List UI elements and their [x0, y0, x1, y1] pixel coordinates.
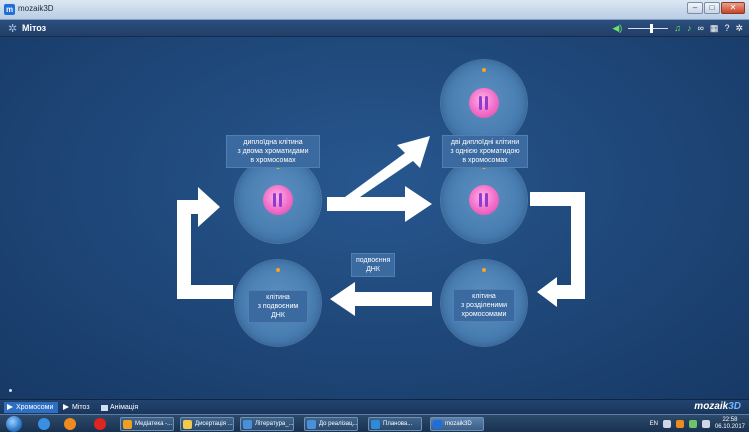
window-title: mozaik3D	[18, 4, 54, 13]
task-literatura[interactable]: Література_...	[240, 417, 294, 431]
chromosome	[273, 193, 276, 207]
folder-icon	[183, 420, 192, 429]
antivirus-icon[interactable]	[675, 420, 684, 428]
flag-icon[interactable]	[688, 420, 697, 428]
system-clock[interactable]: 22:58 06.10.2017	[715, 417, 745, 431]
narration-icon[interactable]: ♪	[687, 23, 692, 34]
task-mediateka[interactable]: Медіатека -...	[120, 417, 174, 431]
stage-indicator-dot	[9, 389, 12, 392]
volume-slider[interactable]	[628, 23, 669, 34]
cell-marker	[482, 268, 486, 272]
task-do-realizatsii[interactable]: До реалізац...	[304, 417, 358, 431]
settings-icon[interactable]: ✲	[735, 23, 743, 34]
label-bottom-right: клітина з розділеними хромосомами	[453, 289, 515, 322]
window-titlebar: m mozaik3D – □ ✕	[0, 0, 749, 20]
help-icon[interactable]: ?	[724, 23, 729, 34]
chromosome	[479, 193, 482, 207]
label-center: подвоєння ДНК	[351, 253, 395, 277]
chromosome	[279, 193, 282, 207]
task-planova[interactable]: Планова...	[368, 417, 422, 431]
play-icon	[63, 404, 69, 410]
nucleus	[263, 185, 293, 215]
gear-icon[interactable]: ✲	[8, 22, 17, 35]
link-icon[interactable]: ∞	[698, 23, 704, 34]
toolbar-controls: ◀) ♫ ♪ ∞ ▦ ? ✲	[612, 23, 743, 34]
nucleus	[469, 185, 499, 215]
app-toolbar: ✲ Мітоз ◀) ♫ ♪ ∞ ▦ ? ✲	[0, 20, 749, 37]
cell-marker	[276, 268, 280, 272]
word-icon	[243, 420, 252, 429]
cycle-arrows	[177, 136, 585, 316]
chromosome	[485, 193, 488, 207]
mozaik-icon	[433, 420, 442, 429]
task-mozaik3d[interactable]: mozaik3D	[430, 417, 484, 431]
chromosome	[485, 96, 488, 110]
brand-logo: mozaik3D	[694, 401, 741, 412]
cell-marker	[482, 68, 486, 72]
label-top-right: дві диплоїдні клітини з однією хроматидо…	[442, 135, 528, 168]
tab-mitosis[interactable]: Мітоз	[60, 402, 90, 413]
cell-top-right[interactable]	[441, 157, 527, 243]
arrow-diagonal-up	[345, 136, 430, 197]
cell-top[interactable]	[441, 60, 527, 146]
grid-icon[interactable]: ▦	[710, 23, 719, 34]
maximize-button[interactable]: □	[704, 2, 720, 14]
system-tray: EN 22:58 06.10.2017	[650, 417, 745, 431]
scene-tabs: Хромосоми Мітоз Анімація mozaik3D	[0, 399, 749, 414]
minimize-button[interactable]: –	[687, 2, 703, 14]
word-icon	[307, 420, 316, 429]
mozaik-icon	[371, 420, 380, 429]
browser-icon[interactable]	[38, 418, 50, 430]
chrome-icon	[123, 420, 132, 429]
start-button[interactable]	[6, 416, 22, 432]
os-taskbar: Медіатека -... Дисертація ... Література…	[0, 414, 749, 432]
speaker-icon[interactable]: ◀)	[612, 23, 622, 34]
label-bottom-left: клітина з подвоєним ДНК	[248, 290, 308, 323]
task-dysertatsiia[interactable]: Дисертація ...	[180, 417, 234, 431]
play-icon	[7, 404, 13, 410]
language-indicator[interactable]: EN	[650, 421, 658, 427]
mozaik-app-icon: m	[4, 4, 15, 15]
music-note-icon[interactable]: ♫	[674, 23, 681, 34]
cell-top-left[interactable]	[235, 157, 321, 243]
volume-knob[interactable]	[650, 24, 654, 33]
chromosome	[479, 96, 482, 110]
window-controls: – □ ✕	[687, 2, 745, 14]
arrow-right-down	[530, 192, 585, 307]
nucleus	[469, 88, 499, 118]
label-top-left: диплоїдна клітина з двома хроматидами в …	[226, 135, 320, 168]
arrow-left-up	[177, 187, 233, 299]
tab-animation[interactable]: Анімація	[98, 402, 138, 413]
network-icon[interactable]	[662, 420, 671, 428]
mitosis-stage: диплоїдна клітина з двома хроматидами в …	[0, 37, 749, 399]
film-icon	[101, 405, 108, 411]
arrow-top-right	[327, 186, 432, 222]
scene-title: Мітоз	[22, 23, 47, 33]
speaker-tray-icon[interactable]	[701, 420, 710, 428]
opera-icon[interactable]	[94, 418, 106, 430]
tab-chromosomes[interactable]: Хромосоми	[4, 402, 59, 413]
close-button[interactable]: ✕	[721, 2, 745, 14]
arrow-bottom-left	[330, 282, 432, 316]
media-player-icon[interactable]	[64, 418, 76, 430]
